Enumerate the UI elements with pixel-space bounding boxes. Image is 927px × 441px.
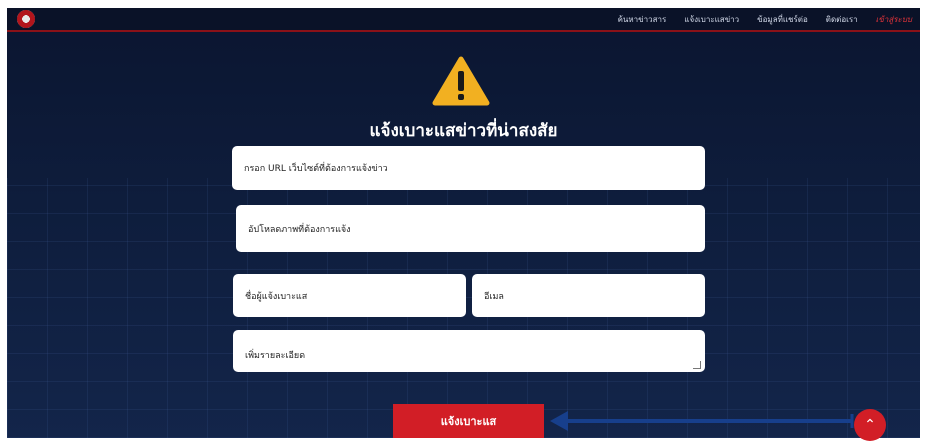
detail-placeholder: เพิ่มรายละเอียด bbox=[245, 351, 306, 361]
site-logo[interactable] bbox=[17, 10, 35, 28]
nav-item-contact[interactable]: ติดต่อเรา bbox=[826, 13, 858, 26]
detail-textarea[interactable]: เพิ่มรายละเอียด bbox=[233, 330, 705, 372]
image-upload-field[interactable]: อัปโหลดภาพที่ต้องการแจ้ง bbox=[236, 205, 705, 252]
url-input[interactable]: กรอก URL เว็บไซต์ที่ต้องการแจ้งข่าว bbox=[232, 146, 705, 190]
nav-item-report-news[interactable]: แจ้งเบาะแสข่าว bbox=[684, 13, 739, 26]
top-navigation-bar: ค้นหาข่าวสาร แจ้งเบาะแสข่าว ข้อมูลที่แชร… bbox=[7, 8, 920, 32]
scroll-to-top-button[interactable]: ⌃ bbox=[854, 409, 886, 441]
nav-item-search-news[interactable]: ค้นหาข่าวสาร bbox=[618, 13, 667, 26]
page-title: แจ้งเบาะแสข่าวที่น่าสงสัย bbox=[369, 121, 558, 141]
nav-item-login[interactable]: เข้าสู่ระบบ bbox=[876, 13, 912, 26]
chevron-up-icon: ⌃ bbox=[864, 417, 876, 433]
warning-triangle-icon bbox=[432, 56, 490, 106]
nav-item-shared-info[interactable]: ข้อมูลที่แชร์ต่อ bbox=[757, 13, 808, 26]
arrow-left-icon bbox=[550, 411, 854, 431]
nav-menu: ค้นหาข่าวสาร แจ้งเบาะแสข่าว ข้อมูลที่แชร… bbox=[618, 8, 912, 30]
reporter-name-input[interactable]: ชื่อผู้แจ้งเบาะแส bbox=[233, 274, 466, 317]
resize-handle-icon[interactable] bbox=[693, 361, 701, 369]
email-input[interactable]: อีเมล bbox=[472, 274, 705, 317]
submit-report-button[interactable]: แจ้งเบาะแส bbox=[393, 404, 544, 438]
